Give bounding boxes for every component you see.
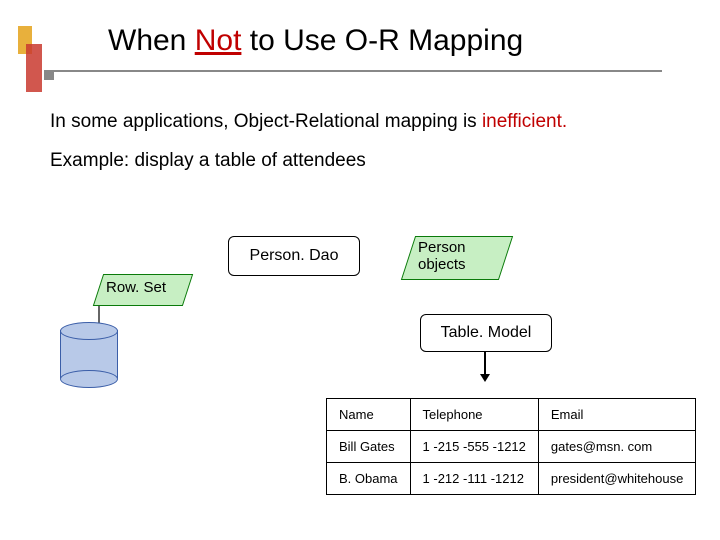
- table-row: B. Obama 1 -212 -111 -1212 president@whi…: [327, 463, 696, 495]
- body-line-1a: In some applications, Object-Relational …: [50, 111, 482, 132]
- slide-title: When Not to Use O-R Mapping: [108, 24, 523, 58]
- person-dao-label: Person. Dao: [250, 247, 339, 265]
- person-objects-label: Person objects: [418, 239, 466, 274]
- body-line-2: Example: display a table of attendees: [50, 149, 670, 174]
- cell-name: Bill Gates: [327, 431, 411, 463]
- database-cylinder-icon: [60, 322, 116, 382]
- attendees-table: Name Telephone Email Bill Gates 1 -215 -…: [326, 398, 696, 495]
- col-name: Name: [327, 399, 411, 431]
- table-model-node: Table. Model: [420, 314, 552, 352]
- title-emphasis: Not: [195, 24, 242, 57]
- table-model-label: Table. Model: [441, 324, 532, 342]
- person-objects-label-l1: Person: [418, 239, 466, 256]
- person-objects-node: Person objects: [408, 236, 506, 280]
- title-underline: [44, 70, 662, 72]
- cell-name: B. Obama: [327, 463, 411, 495]
- cell-telephone: 1 -212 -111 -1212: [410, 463, 538, 495]
- title-post: to Use O-R Mapping: [241, 24, 523, 57]
- arrow-tablemodel-to-table: [484, 352, 486, 380]
- rowset-node: Row. Set: [98, 274, 188, 306]
- cell-email: gates@msn. com: [538, 431, 695, 463]
- rowset-label: Row. Set: [106, 279, 166, 296]
- diagram: Row. Set Person. Dao Person objects Tabl…: [60, 236, 680, 416]
- slide-body: In some applications, Object-Relational …: [50, 110, 670, 173]
- body-line-1: In some applications, Object-Relational …: [50, 110, 670, 135]
- col-email: Email: [538, 399, 695, 431]
- title-pre: When: [108, 24, 195, 57]
- table-row: Bill Gates 1 -215 -555 -1212 gates@msn. …: [327, 431, 696, 463]
- cell-telephone: 1 -215 -555 -1212: [410, 431, 538, 463]
- cell-email: president@whitehouse: [538, 463, 695, 495]
- table-header-row: Name Telephone Email: [327, 399, 696, 431]
- col-telephone: Telephone: [410, 399, 538, 431]
- body-line-1b-inefficient: inefficient.: [482, 111, 567, 132]
- slide-corner-ornament: [18, 26, 44, 96]
- person-dao-node: Person. Dao: [228, 236, 360, 276]
- person-objects-label-l2: objects: [418, 256, 466, 273]
- title-underline-tick: [44, 70, 54, 80]
